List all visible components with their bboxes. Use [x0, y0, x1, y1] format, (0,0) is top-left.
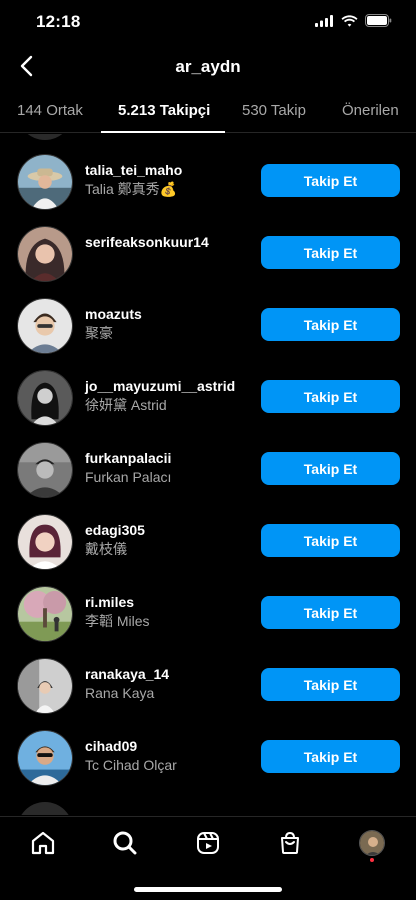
follower-list[interactable]: talia_tei_maho Talia 鄭真秀💰 Takip Et serif…: [0, 134, 416, 815]
username[interactable]: moazuts: [85, 305, 255, 323]
active-tab-indicator: [101, 131, 225, 133]
profile-tab[interactable]: [356, 827, 388, 859]
avatar[interactable]: [17, 730, 73, 786]
follow-button[interactable]: Takip Et: [261, 164, 400, 197]
home-indicator: [134, 887, 282, 892]
full-name: Talia 鄭真秀💰: [85, 181, 178, 197]
tab-suggested[interactable]: Önerilen: [342, 102, 399, 119]
wifi-icon: [341, 14, 358, 27]
avatar[interactable]: [17, 658, 73, 714]
follow-button[interactable]: Takip Et: [261, 236, 400, 269]
status-time: 12:18: [36, 12, 81, 31]
tab-mutual[interactable]: 144 Ortak: [17, 102, 83, 119]
username[interactable]: talia_tei_maho: [85, 161, 255, 179]
follow-button[interactable]: Takip Et: [261, 596, 400, 629]
list-item[interactable]: serifeaksonkuur14 Takip Et: [0, 218, 416, 290]
list-item[interactable]: furkanpalacii Furkan Palacı Takip Et: [0, 434, 416, 506]
list-item[interactable]: talia_tei_maho Talia 鄭真秀💰 Takip Et: [0, 146, 416, 218]
full-name: 李韜 Miles: [85, 613, 150, 629]
tab-following[interactable]: 530 Takip: [242, 102, 306, 119]
tab-bar: 144 Ortak 5.213 Takipçi 530 Takip Öneril…: [0, 90, 416, 133]
shop-icon[interactable]: [274, 827, 306, 859]
full-name: Furkan Palacı: [85, 469, 172, 485]
username[interactable]: cihad09: [85, 737, 255, 755]
username[interactable]: serifeaksonkuur14: [85, 233, 255, 251]
full-name: 戴枝儀: [85, 541, 127, 557]
list-item[interactable]: ri.miles 李韜 Miles Takip Et: [0, 578, 416, 650]
follow-button[interactable]: Takip Et: [261, 452, 400, 485]
list-item[interactable]: cihad09 Tc Cihad Olçar Takip Et: [0, 722, 416, 794]
profile-avatar: [359, 830, 385, 856]
search-icon[interactable]: [109, 827, 141, 859]
full-name: 聚豪: [85, 325, 113, 341]
tab-followers[interactable]: 5.213 Takipçi: [118, 102, 210, 119]
list-item[interactable]: moazuts 聚豪 Takip Et: [0, 290, 416, 362]
full-name: Rana Kaya: [85, 685, 155, 701]
username[interactable]: ri.miles: [85, 593, 255, 611]
status-bar: 12:18: [0, 0, 416, 44]
follow-button[interactable]: Takip Et: [261, 740, 400, 773]
signal-icon: [315, 14, 333, 27]
bottom-nav: [0, 816, 416, 900]
avatar: [17, 134, 73, 140]
reels-icon[interactable]: [192, 827, 224, 859]
avatar[interactable]: [17, 298, 73, 354]
avatar: [17, 802, 73, 815]
nav-bar: ar_aydn: [0, 44, 416, 90]
username[interactable]: ranakaya_14: [85, 665, 255, 683]
avatar[interactable]: [17, 154, 73, 210]
list-item[interactable]: ranakaya_14 Rana Kaya Takip Et: [0, 650, 416, 722]
list-item[interactable]: jo__mayuzumi__astrid 徐妍黛 Astrid Takip Et: [0, 362, 416, 434]
follow-button[interactable]: Takip Et: [261, 524, 400, 557]
full-name: 徐妍黛 Astrid: [85, 397, 167, 413]
notification-dot: [370, 858, 374, 862]
status-icons: [315, 14, 392, 27]
username[interactable]: furkanpalacii: [85, 449, 255, 467]
battery-icon: [365, 14, 392, 27]
list-item[interactable]: edagi305 戴枝儀 Takip Et: [0, 506, 416, 578]
avatar[interactable]: [17, 226, 73, 282]
avatar[interactable]: [17, 514, 73, 570]
full-name: Tc Cihad Olçar: [85, 757, 177, 773]
follow-button[interactable]: Takip Et: [261, 668, 400, 701]
username[interactable]: jo__mayuzumi__astrid: [85, 377, 255, 395]
page-title: ar_aydn: [175, 57, 241, 76]
avatar[interactable]: [17, 442, 73, 498]
username[interactable]: edagi305: [85, 521, 255, 539]
avatar[interactable]: [17, 370, 73, 426]
follow-button[interactable]: Takip Et: [261, 308, 400, 341]
avatar[interactable]: [17, 586, 73, 642]
follow-button[interactable]: Takip Et: [261, 380, 400, 413]
home-icon[interactable]: [27, 827, 59, 859]
